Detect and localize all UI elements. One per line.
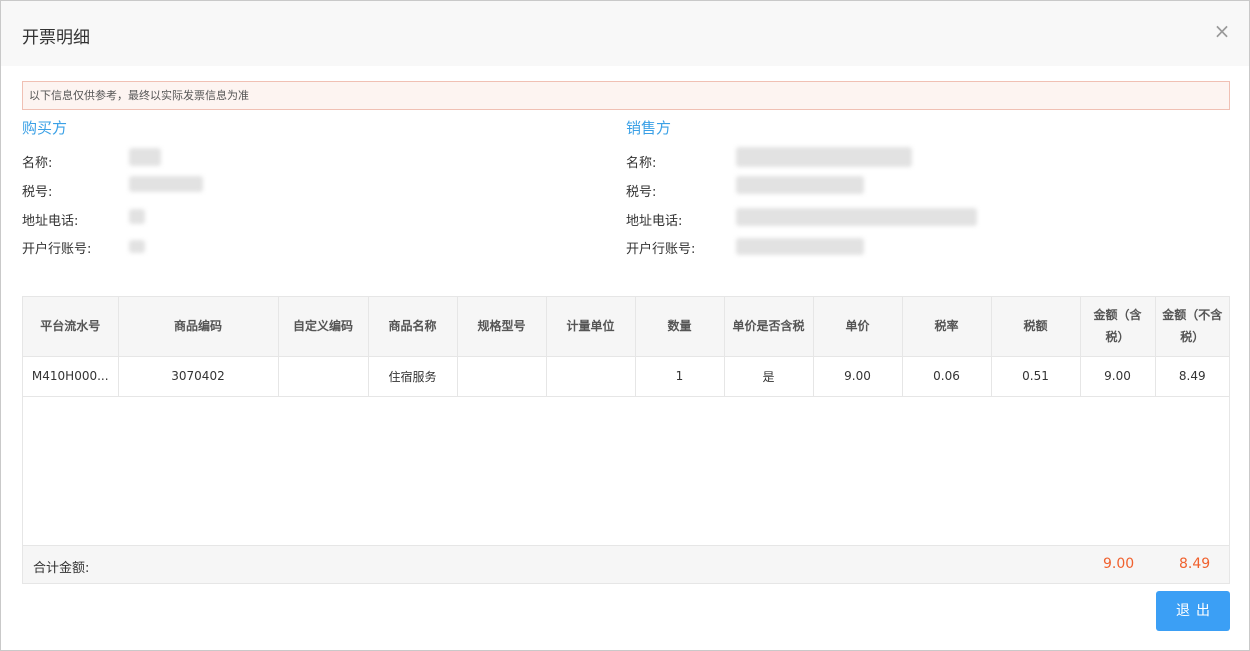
total-with-tax: 9.00 [1103, 556, 1135, 572]
table-cell: 是 [724, 356, 814, 397]
buyer-tax-value [129, 176, 203, 192]
dialog-title: 开票明细 [22, 28, 90, 48]
invoice-detail-dialog: 开票明细 × 以下信息仅供参考，最终以实际发票信息为准 购买方 名称: 税号: … [0, 0, 1250, 651]
total-without-tax: 8.49 [1179, 556, 1211, 572]
column-header: 商品名称 [368, 297, 458, 357]
table-cell [457, 356, 547, 397]
column-header: 金额（不含税） [1155, 297, 1229, 357]
column-header: 商品编码 [118, 297, 279, 357]
column-header: 平台流水号 [23, 297, 119, 357]
seller-name-value [736, 147, 912, 167]
table-cell: 3070402 [118, 356, 279, 397]
buyer-bank-value [129, 240, 145, 253]
column-header: 单价是否含税 [724, 297, 814, 357]
column-header: 税额 [991, 297, 1081, 357]
column-header: 数量 [635, 297, 725, 357]
total-bar: 合计金额: 9.00 8.49 [23, 545, 1229, 583]
seller-tax-value [736, 176, 864, 194]
buyer-address-label: 地址电话: [22, 214, 79, 229]
column-header: 计量单位 [546, 297, 636, 357]
column-header: 自定义编码 [278, 297, 369, 357]
seller-section-title: 销售方 [626, 119, 672, 137]
table-cell [546, 356, 636, 397]
seller-bank-value [736, 238, 864, 255]
table-cell: 0.51 [991, 356, 1081, 397]
buyer-name-value [129, 148, 161, 166]
buyer-section-title: 购买方 [22, 119, 68, 137]
buyer-address-value [129, 209, 145, 224]
seller-address-value [736, 208, 977, 226]
table-cell: 0.06 [902, 356, 992, 397]
table-cell: 8.49 [1155, 356, 1229, 397]
table-cell: 9.00 [813, 356, 903, 397]
seller-bank-label: 开户行账号: [626, 242, 696, 257]
seller-address-label: 地址电话: [626, 214, 683, 229]
column-header: 税率 [902, 297, 992, 357]
table-row: M410H000... 3070402 住宿服务 1 是 9.00 0.06 0… [23, 356, 1229, 397]
notice-banner: 以下信息仅供参考，最终以实际发票信息为准 [22, 81, 1230, 110]
column-header: 单价 [813, 297, 903, 357]
table-cell [278, 356, 369, 397]
buyer-tax-label: 税号: [22, 185, 53, 200]
table-cell: 住宿服务 [368, 356, 458, 397]
table-header-row: 平台流水号 商品编码 自定义编码 商品名称 规格型号 计量单位 数量 单价是否含… [23, 297, 1229, 357]
buyer-name-label: 名称: [22, 156, 53, 171]
dialog-header: 开票明细 × [1, 1, 1249, 66]
seller-tax-label: 税号: [626, 185, 657, 200]
exit-button[interactable]: 退出 [1156, 591, 1230, 631]
table-cell: 9.00 [1080, 356, 1156, 397]
invoice-detail-table: 平台流水号 商品编码 自定义编码 商品名称 规格型号 计量单位 数量 单价是否含… [22, 296, 1230, 584]
column-header: 金额（含税） [1080, 297, 1156, 357]
seller-name-label: 名称: [626, 156, 657, 171]
table-cell: M410H000... [23, 356, 119, 397]
total-label: 合计金额: [33, 561, 90, 576]
close-icon[interactable]: × [1213, 21, 1231, 41]
table-cell: 1 [635, 356, 725, 397]
column-header: 规格型号 [457, 297, 547, 357]
buyer-bank-label: 开户行账号: [22, 242, 92, 257]
